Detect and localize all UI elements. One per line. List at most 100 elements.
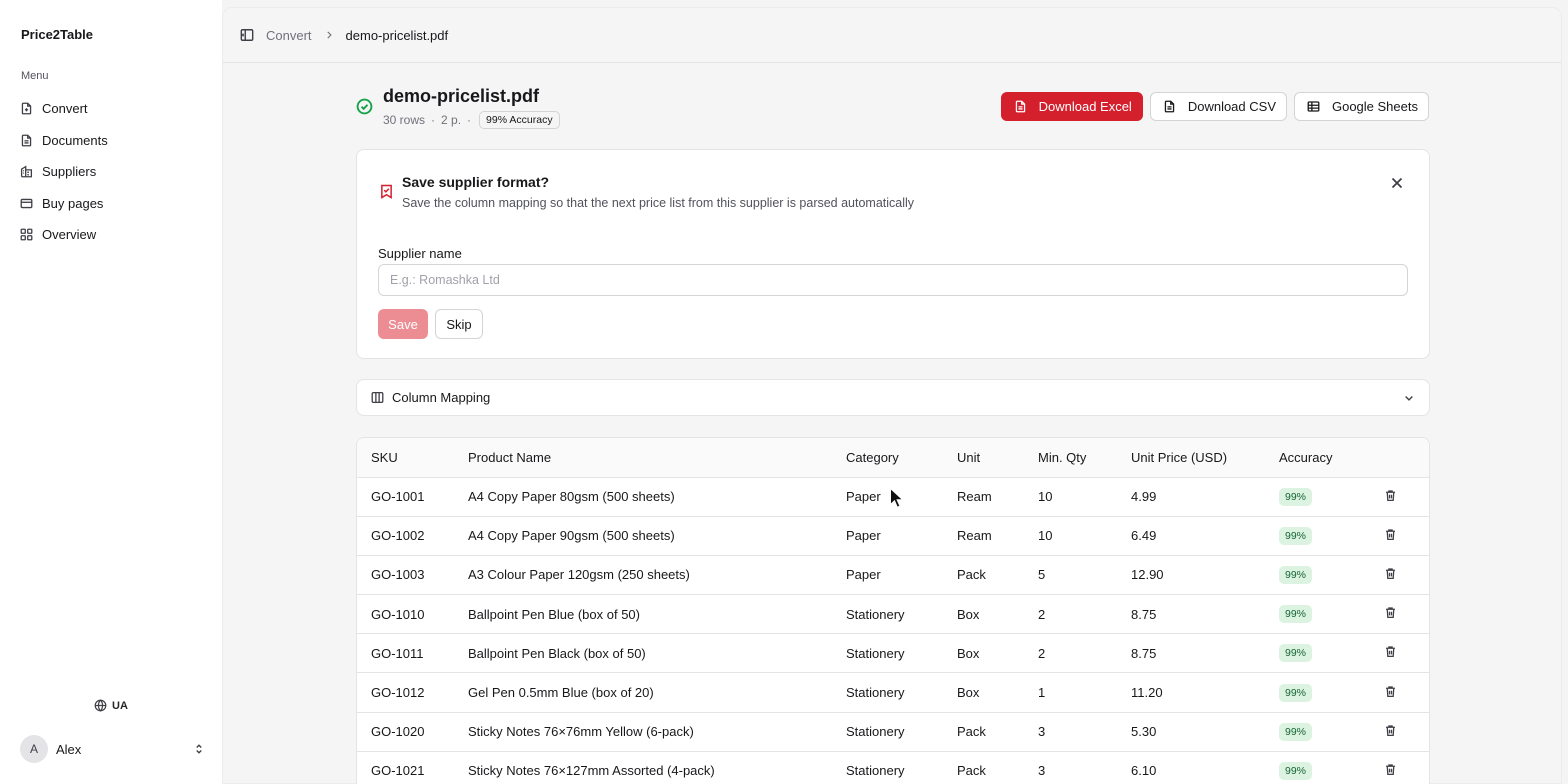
cell-product-name: A4 Copy Paper 80gsm (500 sheets) [468, 477, 846, 517]
check-circle-icon [356, 98, 373, 115]
column-mapping-toggle[interactable]: Column Mapping [356, 379, 1430, 416]
accuracy-pill: 99% [1279, 487, 1313, 506]
cell-min-qty: 3 [1038, 751, 1131, 784]
header-unit: Unit [957, 438, 1038, 478]
cell-unit-price: 8.75 [1131, 594, 1279, 635]
google-sheets-button[interactable]: Google Sheets [1293, 92, 1429, 121]
cell-unit-price: 5.30 [1131, 712, 1279, 752]
accuracy-pill: 99% [1279, 683, 1313, 702]
cell-unit-price: 6.10 [1131, 751, 1279, 784]
cell-product-name: A3 Colour Paper 120gsm (250 sheets) [468, 555, 846, 596]
cell-product-name: Ballpoint Pen Blue (box of 50) [468, 594, 846, 635]
sidebar-item-buy-pages[interactable]: Buy pages [20, 188, 210, 220]
table-header-row: SKU Product Name Category Unit Min. Qty … [357, 438, 1429, 478]
table-row[interactable]: GO-1010 Ballpoint Pen Blue (box of 50) Sta… [357, 594, 1429, 635]
language-code: UA [112, 699, 128, 712]
trash-icon[interactable] [1384, 685, 1397, 698]
table-row[interactable]: GO-1002 A4 Copy Paper 90gsm (500 sheets) P… [357, 516, 1429, 556]
header-accuracy: Accuracy [1279, 438, 1379, 478]
sidebar-item-overview[interactable]: Overview [20, 219, 210, 251]
accuracy-pill: 99% [1279, 644, 1313, 663]
breadcrumb-convert[interactable]: Convert [266, 28, 312, 43]
user-name: Alex [56, 741, 82, 757]
cell-accuracy: 99% [1279, 712, 1379, 752]
cell-unit-price: 11.20 [1131, 672, 1279, 713]
chevron-right-icon [326, 31, 332, 39]
cell-category: Stationery [846, 712, 957, 752]
cell-unit: Ream [957, 477, 1038, 517]
building-icon [20, 165, 33, 178]
supplier-name-input[interactable] [378, 264, 1408, 296]
cell-delete [1379, 516, 1429, 556]
file-meta: 30 rows · 2 p. · 99% Accuracy [383, 111, 560, 129]
table-row[interactable]: GO-1003 A3 Colour Paper 120gsm (250 sheet… [357, 555, 1429, 596]
cell-sku: GO-1020 [357, 712, 468, 752]
cell-product-name: Sticky Notes 76×127mm Assorted (4-pack) [468, 751, 846, 784]
cell-min-qty: 1 [1038, 672, 1131, 713]
bookmark-check-icon [381, 184, 392, 199]
close-icon[interactable] [1391, 177, 1403, 189]
export-actions: Download Excel Download CSV Google Sheet… [1000, 92, 1429, 121]
cell-sku: GO-1011 [357, 633, 468, 674]
download-csv-label: Download CSV [1187, 99, 1276, 114]
sidebar-item-documents[interactable]: Documents [20, 125, 210, 157]
language-switcher[interactable]: UA [94, 699, 128, 712]
cell-min-qty: 3 [1038, 712, 1131, 752]
meta-separator: · [467, 113, 472, 127]
sidebar-item-convert[interactable]: Convert [20, 93, 210, 125]
chevron-down-icon [1405, 395, 1413, 401]
trash-icon[interactable] [1384, 528, 1397, 541]
table-row[interactable]: GO-1021 Sticky Notes 76×127mm Assorted (4… [357, 751, 1429, 784]
globe-icon [94, 699, 107, 712]
credit-card-icon [20, 198, 33, 208]
cell-delete [1379, 477, 1429, 517]
breadcrumb-current: demo-pricelist.pdf [345, 27, 449, 43]
cell-min-qty: 10 [1038, 516, 1131, 556]
sidebar-nav: Convert Documents Suppliers Buy pages Ov… [20, 93, 210, 251]
download-csv-button[interactable]: Download CSV [1149, 92, 1287, 121]
sidebar: Price2Table Menu Convert Documents Suppl… [0, 0, 222, 784]
file-spreadsheet-icon [1015, 100, 1025, 113]
user-menu[interactable]: A Alex [20, 734, 205, 764]
columns-icon [371, 391, 384, 404]
cell-unit: Box [957, 633, 1038, 674]
save-button[interactable]: Save [378, 309, 428, 339]
cell-delete [1379, 633, 1429, 674]
cell-accuracy: 99% [1279, 555, 1379, 596]
trash-icon[interactable] [1384, 489, 1397, 502]
file-text-icon [21, 134, 32, 147]
table-row[interactable]: GO-1020 Sticky Notes 76×76mm Yellow (6-pa… [357, 712, 1429, 752]
meta-separator: · [431, 113, 436, 127]
chevrons-up-down-icon [196, 744, 202, 754]
cell-unit: Box [957, 594, 1038, 635]
trash-icon[interactable] [1384, 724, 1397, 737]
cell-unit-price: 12.90 [1131, 555, 1279, 596]
cell-accuracy: 99% [1279, 594, 1379, 635]
cell-category: Stationery [846, 672, 957, 713]
cell-accuracy: 99% [1279, 633, 1379, 674]
cell-unit-price: 4.99 [1131, 477, 1279, 517]
sidebar-toggle-icon[interactable] [240, 28, 254, 42]
table-row[interactable]: GO-1011 Ballpoint Pen Black (box of 50) St… [357, 633, 1429, 674]
download-excel-button[interactable]: Download Excel [1000, 92, 1143, 121]
cell-product-name: Ballpoint Pen Black (box of 50) [468, 633, 846, 674]
cell-sku: GO-1003 [357, 555, 468, 596]
cell-unit: Box [957, 672, 1038, 713]
cell-delete [1379, 594, 1429, 635]
save-format-title: Save supplier format? [402, 174, 550, 190]
cell-min-qty: 10 [1038, 477, 1131, 517]
trash-icon[interactable] [1384, 645, 1397, 658]
skip-button[interactable]: Skip [435, 309, 483, 339]
cell-unit: Pack [957, 712, 1038, 752]
table-icon [1307, 101, 1320, 112]
cell-delete [1379, 672, 1429, 713]
accuracy-pill: 99% [1279, 526, 1313, 545]
trash-icon[interactable] [1384, 763, 1397, 776]
file-header: demo-pricelist.pdf 30 rows · 2 p. · 99% … [356, 86, 560, 129]
sidebar-item-suppliers[interactable]: Suppliers [20, 156, 210, 188]
trash-icon[interactable] [1384, 567, 1397, 580]
table-row[interactable]: GO-1012 Gel Pen 0.5mm Blue (box of 20) Sta… [357, 672, 1429, 713]
trash-icon[interactable] [1384, 606, 1397, 619]
cell-category: Stationery [846, 594, 957, 635]
app-brand[interactable]: Price2Table [21, 27, 93, 42]
